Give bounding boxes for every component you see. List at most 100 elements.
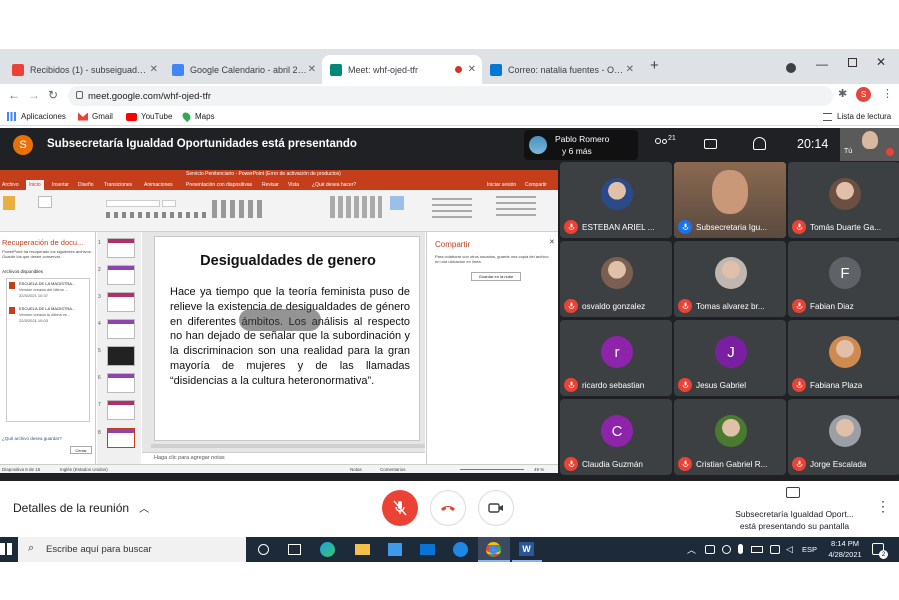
tray-network-icon[interactable] [705,545,715,554]
shapes-gallery[interactable] [330,196,382,218]
profile-avatar[interactable]: S [856,87,871,102]
participant-tile[interactable]: osvaldo gonzalez [560,241,672,317]
current-slide[interactable]: Desigualdades de genero Hace ya tiempo q… [154,236,420,441]
reload-icon[interactable]: ↻ [48,88,58,102]
slide-thumbnail[interactable] [107,265,135,285]
ppt-share-button[interactable]: Compartir [525,182,547,188]
participant-tile[interactable]: r ricardo sebastian [560,320,672,396]
recovery-help-link[interactable]: ¿Qué archivo desea guardar? [2,436,62,441]
task-view-icon[interactable] [288,544,301,555]
extensions-icon[interactable]: ✱ [838,87,847,100]
self-view[interactable]: Tú [840,128,899,161]
taskbar-search[interactable]: ⌕ Escribe aquí para buscar [18,537,246,562]
save-to-cloud-button[interactable]: Guardar en la nube [471,272,521,281]
slide-thumbnail[interactable] [107,346,135,366]
tray-volume-icon[interactable]: ◁ [786,544,793,555]
notifications-icon[interactable]: 2 [872,543,888,559]
participant-tile[interactable]: ESTEBAN ARIEL ... [560,162,672,238]
activities-icon[interactable] [753,137,766,150]
font-name-box[interactable] [106,200,160,207]
tab-meet[interactable]: Meet: whf-ojed-tfr ✕ [322,55,482,84]
participant-tile[interactable]: Cristian Gabriel R... [674,399,786,475]
tab-search-icon[interactable] [786,63,796,73]
tray-mic-icon[interactable] [738,544,743,554]
zoom-slider[interactable] [460,469,524,470]
editing-options[interactable] [496,196,536,216]
ribbon-tab-insert[interactable]: Insertar [52,182,69,188]
ribbon-tab-transitions[interactable]: Transiciones [104,182,132,188]
ribbon-tab-slideshow[interactable]: Presentación con diapositivas [186,182,252,188]
status-notes-button[interactable]: Notas [350,467,362,472]
slide-overlay-controls[interactable] [239,309,321,331]
mic-toggle-button[interactable] [382,490,418,526]
ribbon-tab-design[interactable]: Diseño [78,182,94,188]
ie-icon[interactable] [453,542,468,557]
paragraph-buttons[interactable] [212,200,262,218]
status-comments-button[interactable]: Comentarios [380,467,406,472]
meeting-details-button[interactable]: Detalles de la reunión ︿ [13,500,149,516]
paste-icon[interactable] [3,196,15,210]
maximize-icon[interactable] [848,58,857,67]
new-tab-button[interactable]: + [650,57,659,74]
recovery-file-name[interactable]: ESCUELA DE LA MAGISTRA... [19,306,75,311]
tray-chevron-icon[interactable]: ︿ [687,543,696,556]
file-explorer-icon[interactable] [355,544,370,555]
ribbon-tell-me[interactable]: ¿Qué desea hacer? [312,182,356,188]
close-tab-icon[interactable]: ✕ [626,64,634,75]
close-tab-icon[interactable]: ✕ [308,64,316,75]
font-format-buttons[interactable] [106,212,206,218]
ppt-signin[interactable]: Iniciar sesión [487,182,516,188]
participant-tile[interactable]: Jorge Escalada [788,399,899,475]
people-icon[interactable] [655,138,669,148]
participant-tile[interactable]: Fabiana Plaza [788,320,899,396]
taskbar-chrome[interactable] [478,537,510,562]
close-window-icon[interactable]: ✕ [876,55,886,69]
tray-language[interactable]: ESP [802,545,817,554]
back-icon[interactable]: ← [8,88,20,102]
bookmark-gmail[interactable]: Gmail [78,112,113,121]
slide-thumbnail[interactable] [107,319,135,339]
participant-tile[interactable]: F Fabian Diaz [788,241,899,317]
ribbon-tab-view[interactable]: Vista [288,182,299,188]
pinned-participants[interactable]: Pablo Romero y 6 más [524,130,638,160]
present-screen-icon[interactable] [786,487,800,498]
shape-format-options[interactable] [432,198,472,218]
camera-toggle-button[interactable] [478,490,514,526]
leave-call-button[interactable] [430,490,466,526]
tab-outlook[interactable]: Correo: natalia fuentes - Outlook ✕ [482,55,640,84]
mail-icon[interactable] [420,544,435,555]
slide-thumbnail[interactable] [107,400,135,420]
arrange-icon[interactable] [390,196,404,210]
tray-battery-icon[interactable] [751,546,763,553]
menu-kebab-icon[interactable]: ⋮ [882,87,893,100]
share-pane-close-icon[interactable]: ✕ [549,238,555,246]
participant-tile[interactable]: Tomas alvarez br... [674,241,786,317]
close-tab-icon[interactable]: ✕ [150,64,158,75]
forward-icon[interactable]: → [28,88,40,102]
tray-meet-icon[interactable] [722,545,731,554]
new-slide-icon[interactable] [38,196,52,208]
bookmark-apps[interactable]: Aplicaciones [7,112,66,121]
ribbon-tab-file[interactable]: Archivo [2,182,19,188]
minimize-icon[interactable]: — [816,57,828,71]
font-size-box[interactable] [162,200,176,207]
ribbon-tab-review[interactable]: Revisar [262,182,279,188]
participant-tile[interactable]: Tomás Duarte Ga... [788,162,899,238]
tray-date[interactable]: 4/28/2021 [825,550,865,559]
cortana-icon[interactable] [258,544,269,555]
participant-tile[interactable]: Subsecretaria Igu... [674,162,786,238]
taskbar-word[interactable]: W [512,537,542,562]
windows-start-icon[interactable] [0,543,12,555]
reading-list-button[interactable]: Lista de lectura [823,112,891,121]
tray-time[interactable]: 8:14 PM [825,539,865,548]
tray-wifi-icon[interactable] [770,545,780,554]
notes-pane[interactable]: Haga clic para agregar notas [142,452,425,464]
store-icon[interactable] [388,543,402,556]
participant-tile[interactable]: C Claudia Guzmán [560,399,672,475]
recovery-close-button[interactable]: Cerrar [70,446,92,454]
close-tab-icon[interactable]: ✕ [468,64,476,75]
slide-thumbnail[interactable] [107,373,135,393]
tab-calendar[interactable]: Google Calendario - abril 2021 ✕ [164,55,322,84]
bookmark-youtube[interactable]: YouTube [126,112,172,121]
slide-thumbnail[interactable] [107,428,135,448]
